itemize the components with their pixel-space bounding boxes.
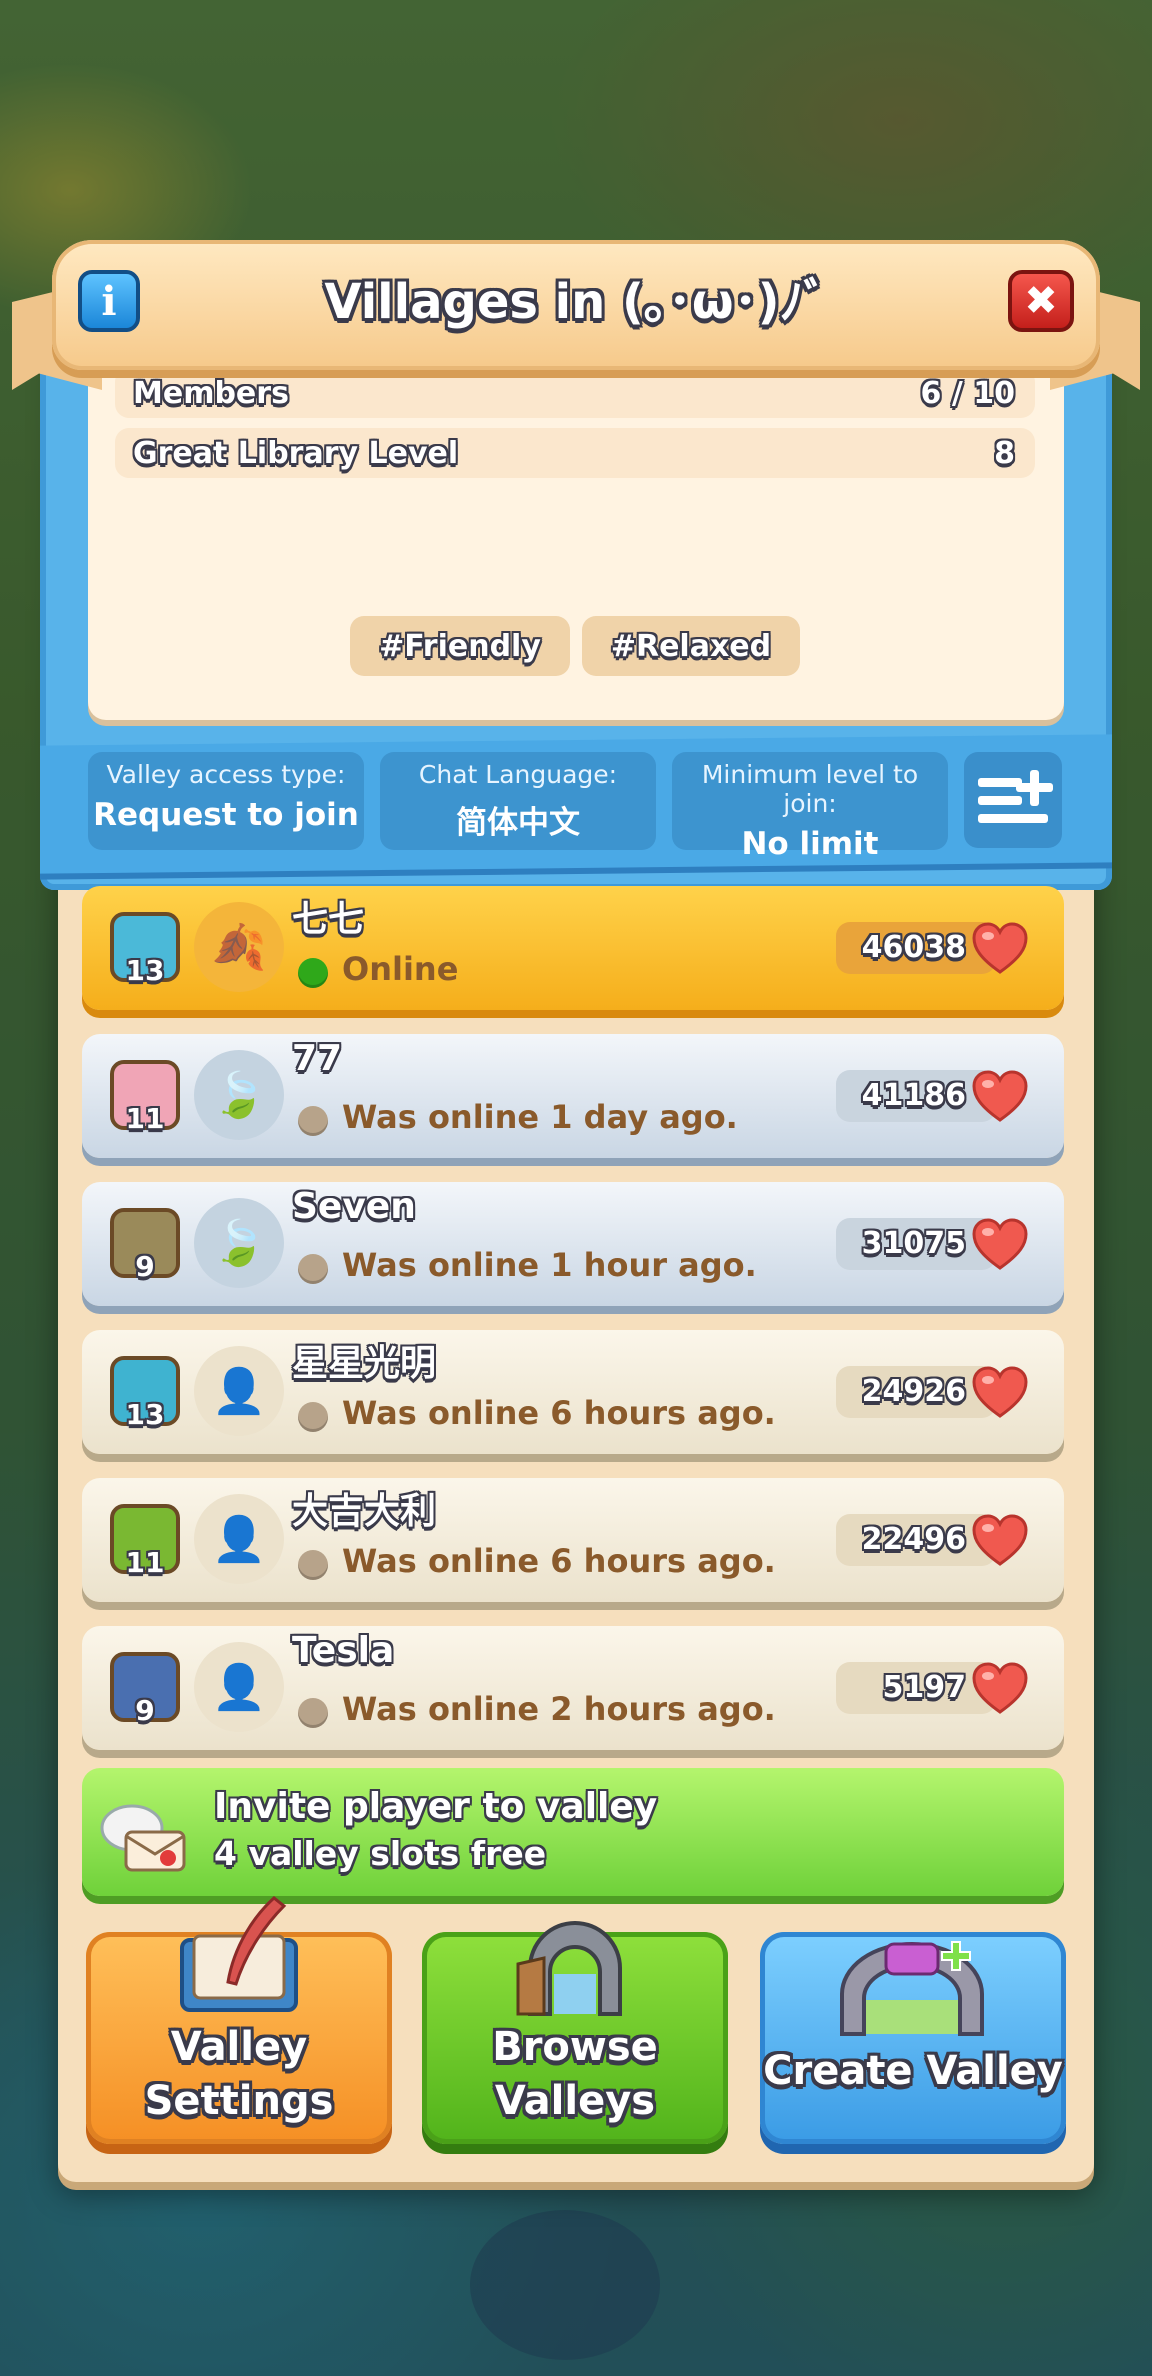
stat-label: Members (133, 375, 289, 411)
heart-icon (972, 1218, 1028, 1270)
member-name: 星星光明 (292, 1343, 437, 1384)
browse-valleys-button[interactable]: Browse Valleys (422, 1921, 728, 2144)
member-row[interactable]: 11 👤 大吉大利 Was online 6 hours ago. 22496 (82, 1478, 1064, 1602)
person-icon: 👤 (211, 1662, 267, 1713)
filter-min-level[interactable]: Minimum level to join: No limit (672, 752, 948, 862)
book-quill-icon (180, 1896, 298, 2012)
page-title: Villages in (｡･ω･)ﾉﾞ (324, 274, 828, 330)
heart-icon (972, 922, 1028, 974)
level-badge: 9 (135, 1694, 155, 1727)
settings-label-2: Settings (144, 2078, 334, 2124)
close-button[interactable]: ✖ (1008, 270, 1074, 332)
status-indicator (298, 1106, 328, 1136)
info-icon: i (101, 277, 117, 325)
heart-icon (972, 1514, 1028, 1566)
level-badge: 11 (125, 1102, 165, 1135)
info-button[interactable]: i (78, 270, 140, 332)
invite-envelope-icon (100, 1804, 186, 1872)
member-row[interactable]: 9 🍃 Seven Was online 1 hour ago. 31075 (82, 1182, 1064, 1306)
member-status: Online (342, 950, 459, 988)
heart-icon (972, 1662, 1028, 1714)
leaf-icon: 🍂 (211, 922, 267, 973)
filter-label: Valley access type: (106, 760, 346, 789)
filter-chat-language[interactable]: Chat Language: 简体中文 (380, 752, 656, 850)
level-badge: 13 (125, 954, 165, 987)
invite-player-button[interactable]: Invite player to valley 4 valley slots f… (82, 1768, 1064, 1896)
heart-icon (972, 1366, 1028, 1418)
tag-friendly: #Friendly (350, 616, 570, 676)
member-row[interactable]: 13 🍂 七七 Online 46038 (82, 886, 1064, 1010)
settings-label-1: Valley (170, 2024, 308, 2070)
status-indicator (298, 1550, 328, 1580)
stone-gate-icon (516, 1921, 622, 2016)
leaf-icon: 🍃 (211, 1218, 267, 1269)
member-status: Was online 6 hours ago. (342, 1542, 776, 1580)
member-name: 大吉大利 (292, 1491, 437, 1532)
member-row[interactable]: 13 👤 星星光明 Was online 6 hours ago. 24926 (82, 1330, 1064, 1454)
browse-label-1: Browse (492, 2024, 658, 2070)
close-icon: ✖ (1024, 278, 1058, 324)
filter-access-type[interactable]: Valley access type: Request to join (88, 752, 364, 850)
background-map-marker (470, 2210, 660, 2360)
status-indicator (298, 1698, 328, 1728)
heart-icon (972, 1070, 1028, 1122)
stat-row-library: Great Library Level 8 (115, 428, 1035, 478)
portal-plus-icon (840, 1941, 984, 2036)
person-icon: 👤 (211, 1514, 267, 1565)
filter-value: Request to join (93, 797, 359, 833)
invite-title: Invite player to valley (214, 1786, 658, 1827)
create-label: Create Valley (763, 2048, 1063, 2094)
create-valley-button[interactable]: Create Valley (760, 1932, 1066, 2144)
filter-list-button[interactable] (964, 752, 1062, 848)
status-indicator (298, 1254, 328, 1284)
stat-label: Great Library Level (133, 435, 459, 471)
level-badge: 9 (135, 1250, 155, 1283)
member-name: Tesla (292, 1630, 395, 1671)
member-name: Seven (292, 1186, 416, 1227)
member-status: Was online 1 day ago. (342, 1098, 738, 1136)
stat-value: 6 / 10 (920, 375, 1015, 411)
member-status: Was online 6 hours ago. (342, 1394, 776, 1432)
valley-settings-button[interactable]: Valley Settings (86, 1896, 392, 2144)
member-row[interactable]: 9 👤 Tesla Was online 2 hours ago. 5197 (82, 1626, 1064, 1750)
status-indicator (298, 958, 328, 988)
member-status: Was online 1 hour ago. (342, 1246, 757, 1284)
filter-value: 简体中文 (456, 805, 580, 841)
browse-label-2: Valleys (494, 2078, 656, 2124)
stat-value: 8 (994, 435, 1015, 471)
list-add-icon (978, 770, 1053, 823)
person-icon: 👤 (211, 1366, 267, 1417)
stat-row-members: Members 6 / 10 (115, 368, 1035, 418)
filter-label: Minimum level to join: (701, 760, 919, 818)
level-badge: 11 (125, 1546, 165, 1579)
tag-relaxed: #Relaxed (582, 616, 800, 676)
member-name: 77 (292, 1038, 343, 1079)
member-row[interactable]: 11 🍃 77 Was online 1 day ago. 41186 (82, 1034, 1064, 1158)
member-name: 七七 (292, 899, 365, 940)
filter-value: No limit (741, 826, 879, 862)
member-status: Was online 2 hours ago. (342, 1690, 776, 1728)
leaf-icon: 🍃 (211, 1070, 267, 1121)
invite-slots: 4 valley slots free (214, 1834, 547, 1873)
status-indicator (298, 1402, 328, 1432)
filter-label: Chat Language: (418, 760, 618, 789)
level-badge: 13 (125, 1398, 165, 1431)
